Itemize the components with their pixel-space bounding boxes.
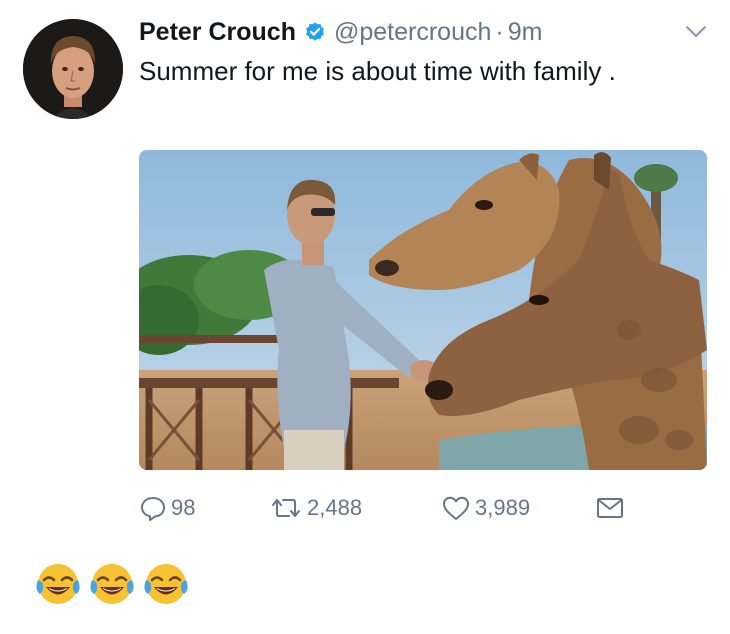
direct-message-button[interactable] — [595, 490, 625, 526]
tweet-header: Peter Crouch @petercrouch · 9m — [139, 14, 542, 50]
reply-count: 98 — [171, 495, 196, 520]
tweet-photo[interactable] — [139, 150, 707, 470]
like-icon — [443, 496, 469, 520]
separator-dot: · — [495, 17, 504, 46]
tweet-text: Summer for me is about time with family … — [139, 56, 616, 86]
timestamp[interactable]: 9m — [508, 18, 543, 47]
tears-of-joy-emoji — [90, 564, 134, 604]
display-name[interactable]: Peter Crouch — [139, 18, 296, 47]
like-count: 3,989 — [475, 495, 531, 520]
reply-icon — [141, 497, 165, 521]
avatar[interactable] — [23, 19, 123, 119]
tweet-card: Peter Crouch @petercrouch · 9m Summer fo… — [0, 0, 730, 540]
user-handle[interactable]: @petercrouch — [334, 18, 491, 47]
like-button[interactable]: 3,989 — [441, 490, 530, 526]
retweet-count: 2,488 — [307, 495, 363, 520]
chevron-down-icon[interactable] — [684, 24, 708, 40]
tears-of-joy-emoji — [144, 564, 188, 604]
tweet-actions: 98 2,488 3,989 — [139, 490, 639, 526]
retweet-button[interactable]: 2,488 — [269, 490, 362, 526]
direct-message-icon — [597, 498, 623, 518]
reply-button[interactable]: 98 — [139, 490, 195, 526]
reaction-emojis — [34, 560, 190, 608]
tears-of-joy-emoji — [36, 564, 80, 604]
retweet-icon — [272, 499, 300, 517]
verified-badge-icon — [306, 22, 324, 41]
